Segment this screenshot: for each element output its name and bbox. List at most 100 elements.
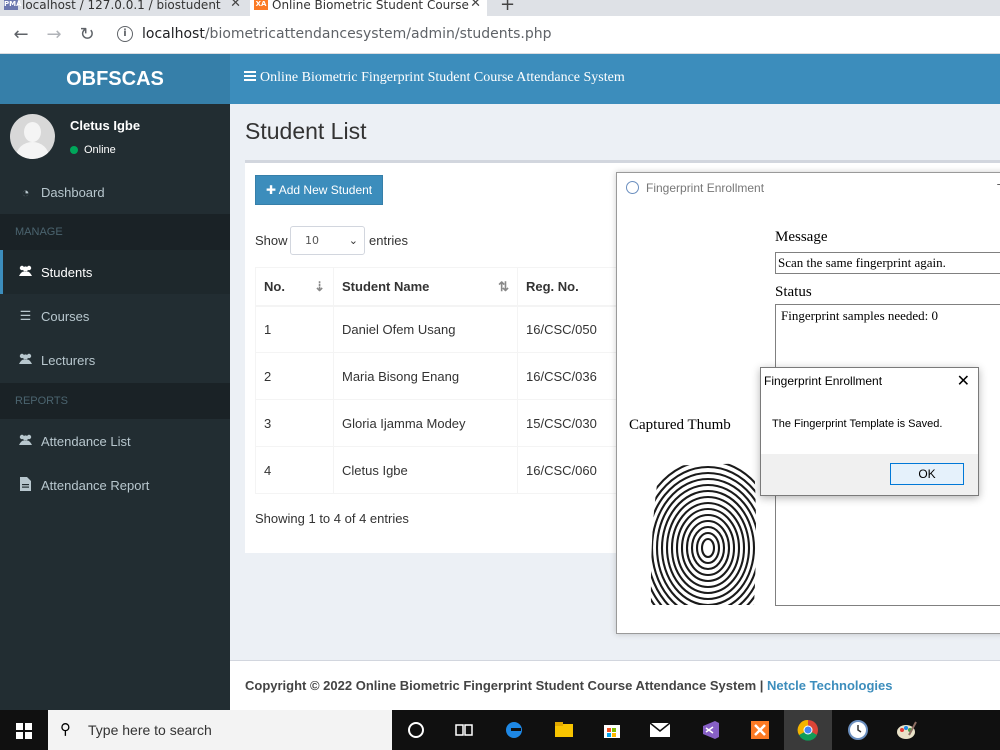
- entries-select-value: 10: [305, 234, 319, 247]
- window-titlebar[interactable]: Fingerprint Enrollment –: [617, 173, 1000, 203]
- sidebar-item-label: Dashboard: [41, 184, 105, 200]
- sidebar-item-label: Students: [41, 264, 93, 280]
- xampp-icon[interactable]: [736, 710, 784, 750]
- message-field[interactable]: Scan the same fingerprint again.: [775, 252, 1000, 274]
- app-logo[interactable]: OBFSCAS: [0, 54, 230, 104]
- entries-select[interactable]: 10 ⌄: [290, 226, 365, 255]
- tab-title: localhost / 127.0.0.1 / biostudent: [22, 0, 221, 12]
- search-placeholder: Type here to search: [88, 722, 212, 738]
- menu-toggle-icon[interactable]: [244, 71, 256, 81]
- show-label: Show: [255, 233, 288, 248]
- students-table: No. ⇣ Student Name ⇅ Reg. No. 1 Daniel Ofe…: [255, 267, 628, 494]
- sidebar-header-reports: REPORTS: [0, 383, 230, 419]
- site-info-icon[interactable]: i: [117, 26, 133, 42]
- mail-icon[interactable]: [636, 710, 684, 750]
- close-icon[interactable]: ✕: [957, 371, 970, 391]
- cell-reg-no: 16/CSC/060: [517, 446, 628, 494]
- store-icon[interactable]: [588, 710, 636, 750]
- fingerprint-image: [648, 460, 763, 608]
- sidebar-item-attendance-report[interactable]: Attendance Report: [0, 463, 230, 507]
- cortana-icon[interactable]: [392, 710, 440, 750]
- sidebar-item-courses[interactable]: ☰ Courses: [0, 294, 230, 338]
- browser-tab-attendance[interactable]: XA Online Biometric Student Course ✕: [250, 0, 487, 16]
- address-bar[interactable]: localhost/biometricattendancesystem/admi…: [142, 26, 552, 42]
- browser-tabstrip: PMA localhost / 127.0.0.1 / biostudent ✕…: [0, 0, 1000, 16]
- captured-thumb-label: Captured Thumb: [629, 417, 731, 433]
- sidebar-item-lecturers[interactable]: Lecturers: [0, 338, 230, 382]
- tab-title: Online Biometric Student Course: [272, 0, 469, 12]
- forward-arrow-icon[interactable]: →: [43, 24, 65, 46]
- fingerprint-saved-dialog: Fingerprint Enrollment ✕ The Fingerprint…: [760, 367, 979, 496]
- new-tab-icon[interactable]: +: [500, 0, 515, 15]
- user-name: Cletus Igbe: [70, 118, 141, 133]
- plus-icon: ✚: [266, 183, 279, 197]
- sidebar-item-label: Courses: [41, 308, 90, 324]
- top-navbar: Online Biometric Fingerprint Student Cou…: [230, 54, 1000, 104]
- sidebar: Cletus Igbe Online ◔ Dashboard MANAGE St…: [0, 104, 230, 710]
- status-label: Status: [775, 284, 812, 300]
- column-header-student-name[interactable]: Student Name ⇅: [333, 267, 518, 307]
- company-link[interactable]: Netcle Technologies: [767, 678, 892, 693]
- phpmyadmin-favicon-icon: PMA: [4, 0, 22, 10]
- url-host: localhost: [142, 26, 205, 42]
- fingerprint-app-icon[interactable]: [834, 710, 882, 750]
- cell-no: 4: [255, 446, 334, 494]
- cell-student-name: Daniel Ofem Usang: [333, 305, 518, 353]
- tab-close-icon[interactable]: ✕: [470, 0, 481, 11]
- copyright-text: Copyright © 2022 Online Biometric Finger…: [245, 678, 767, 693]
- sidebar-item-dashboard[interactable]: ◔ Dashboard: [0, 170, 230, 214]
- add-student-label: Add New Student: [278, 183, 373, 197]
- windows-start-icon[interactable]: [16, 723, 32, 739]
- entries-label: entries: [369, 233, 409, 248]
- paint-icon[interactable]: [882, 710, 930, 750]
- sidebar-item-label: Attendance List: [41, 433, 131, 449]
- column-header-reg-no[interactable]: Reg. No.: [517, 267, 628, 307]
- page-footer: Copyright © 2022 Online Biometric Finger…: [230, 660, 1000, 710]
- sidebar-item-label: Lecturers: [41, 352, 96, 368]
- cell-student-name: Gloria Ijamma Modey: [333, 399, 518, 447]
- dashboard-icon: ◔: [21, 184, 30, 200]
- sidebar-item-attendance-list[interactable]: Attendance List: [0, 419, 230, 463]
- add-student-button[interactable]: ✚ Add New Student: [255, 175, 384, 205]
- taskbar-search-box[interactable]: ⚲ Type here to search: [48, 710, 392, 750]
- online-status-icon: [70, 146, 78, 154]
- search-icon: ⚲: [60, 720, 71, 738]
- table-info: Showing 1 to 4 of 4 entries: [255, 511, 409, 526]
- users-icon: [18, 265, 33, 280]
- edge-icon[interactable]: [490, 710, 538, 750]
- ok-button[interactable]: OK: [890, 463, 964, 485]
- cell-student-name: Maria Bisong Enang: [333, 352, 518, 400]
- reload-icon[interactable]: ↻: [76, 24, 98, 46]
- cell-no: 2: [255, 352, 334, 400]
- back-arrow-icon[interactable]: ←: [10, 24, 32, 46]
- dialog-title: Fingerprint Enrollment: [764, 374, 883, 388]
- tab-close-icon[interactable]: ✕: [230, 0, 241, 11]
- cell-student-name: Cletus Igbe: [333, 446, 518, 494]
- sidebar-item-students[interactable]: Students: [0, 250, 230, 294]
- window-title: Fingerprint Enrollment: [646, 181, 765, 195]
- url-path: /biometricattendancesystem/admin/student…: [204, 26, 552, 42]
- avatar: [10, 114, 55, 159]
- windows-taskbar: ⚲ Type here to search: [0, 710, 1000, 750]
- chrome-icon[interactable]: [784, 710, 832, 750]
- column-header-no[interactable]: No. ⇣: [255, 267, 334, 307]
- file-icon: [18, 476, 33, 494]
- table-row: 1 Daniel Ofem Usang 16/CSC/050: [255, 305, 628, 353]
- cell-reg-no: 16/CSC/050: [517, 305, 628, 353]
- cell-reg-no: 15/CSC/030: [517, 399, 628, 447]
- sidebar-item-label: Attendance Report: [41, 477, 150, 493]
- app-icon: [626, 181, 639, 194]
- user-panel: Cletus Igbe Online: [0, 104, 230, 170]
- dialog-message: The Fingerprint Template is Saved.: [772, 418, 943, 430]
- message-label: Message: [775, 229, 828, 245]
- visual-studio-icon[interactable]: [686, 710, 734, 750]
- task-view-icon[interactable]: [440, 710, 488, 750]
- sort-icon: ⇅: [498, 279, 509, 294]
- browser-tab-phpmyadmin[interactable]: PMA localhost / 127.0.0.1 / biostudent ✕: [0, 0, 247, 16]
- cell-reg-no: 16/CSC/036: [517, 352, 628, 400]
- sidebar-header-manage: MANAGE: [0, 214, 230, 250]
- table-row: 2 Maria Bisong Enang 16/CSC/036: [255, 352, 628, 400]
- file-explorer-icon[interactable]: [540, 710, 588, 750]
- system-title: Online Biometric Fingerprint Student Cou…: [260, 70, 625, 85]
- cell-no: 3: [255, 399, 334, 447]
